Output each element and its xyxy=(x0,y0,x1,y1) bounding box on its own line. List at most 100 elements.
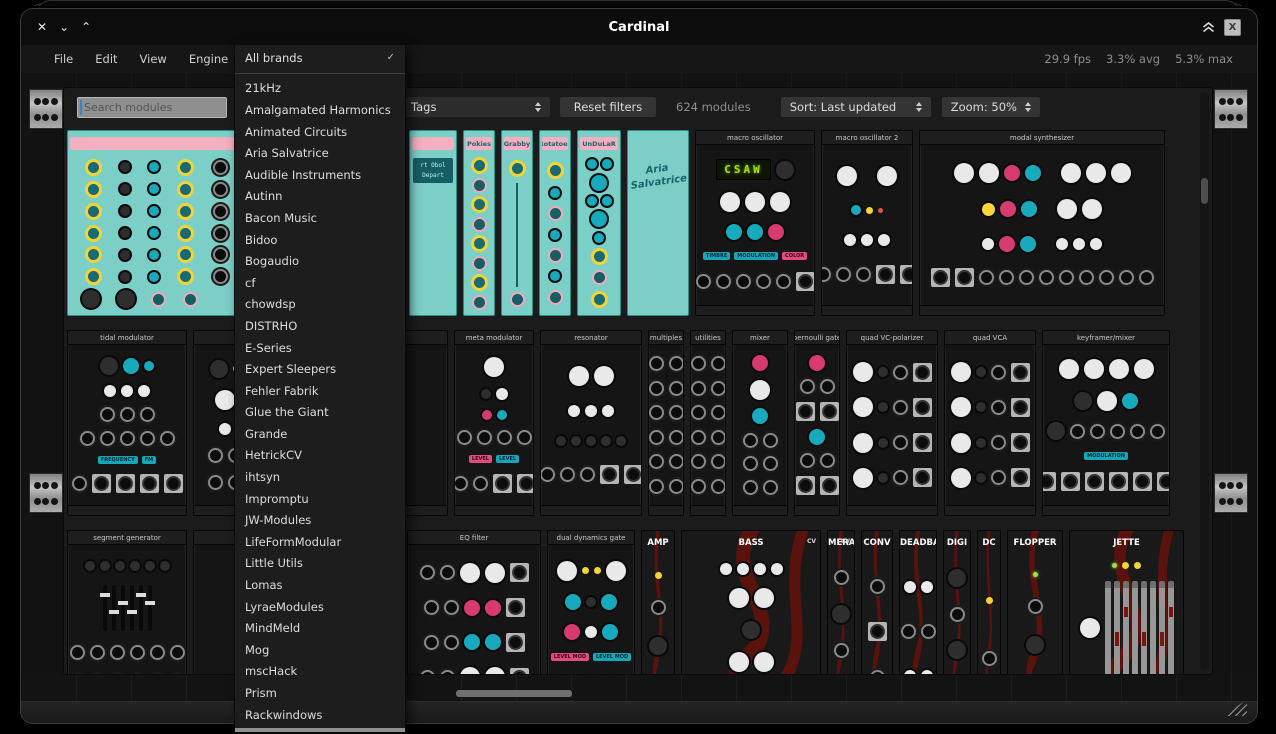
module-card[interactable]: tidal modulatorFREQUENCYFM xyxy=(67,330,187,516)
module-card[interactable]: UnDuLaR xyxy=(577,130,621,316)
close-button[interactable]: ✕ xyxy=(37,20,47,34)
brand-menu-item[interactable]: Impromptu xyxy=(235,488,405,510)
jack-icon xyxy=(517,430,532,445)
brand-menu-item[interactable]: Mog xyxy=(235,639,405,661)
module-card[interactable]: BASSCV xyxy=(681,530,821,675)
maximize-button[interactable]: ⌃ xyxy=(81,20,91,34)
module-card[interactable]: mixer xyxy=(732,330,788,516)
vertical-scrollbar-thumb[interactable] xyxy=(1201,178,1208,204)
brand-menu-item[interactable]: Bacon Music xyxy=(235,207,405,229)
brand-menu-item[interactable]: Glue the Giant xyxy=(235,402,405,424)
module-card[interactable]: MERACV xyxy=(827,530,855,675)
jack-icon xyxy=(183,292,198,307)
jack-icon xyxy=(649,381,664,396)
module-panel xyxy=(691,345,725,505)
brand-menu-item[interactable]: Lomas xyxy=(235,574,405,596)
brand-menu-item[interactable]: LyraeModules xyxy=(235,596,405,618)
module-card[interactable]: Rotatoes xyxy=(539,130,571,316)
slider-icon xyxy=(516,183,518,287)
module-card[interactable]: DIGI xyxy=(943,530,971,675)
jack-icon xyxy=(834,643,849,658)
search-input[interactable] xyxy=(78,101,226,114)
module-card[interactable]: CONV xyxy=(861,530,893,675)
brand-menu-item[interactable]: Rackwindows xyxy=(235,704,405,726)
jack-icon xyxy=(70,645,85,660)
module-card[interactable]: segment generator xyxy=(67,530,187,675)
brand-menu-item[interactable]: Animated Circuits xyxy=(235,121,405,143)
brand-menu-item[interactable]: DISTRHO xyxy=(235,315,405,337)
knob-icon xyxy=(606,561,626,581)
brand-menu-item[interactable]: Prism xyxy=(235,682,405,704)
menu-edit[interactable]: Edit xyxy=(84,52,128,66)
brand-menu-item[interactable]: Fehler Fabrik xyxy=(235,380,405,402)
module-card[interactable]: DC xyxy=(977,530,1001,675)
brand-menu-item[interactable]: Grande xyxy=(235,423,405,445)
module-card[interactable]: resonator xyxy=(540,330,642,516)
brand-menu-item[interactable]: E-Series xyxy=(235,337,405,359)
module-card[interactable]: utilities xyxy=(690,330,726,516)
module-card[interactable]: macro oscillator 2 xyxy=(821,130,913,316)
module-card[interactable]: keyframer/mixerMODULATION xyxy=(1042,330,1170,516)
zoom-dropdown[interactable]: Zoom: 50% xyxy=(942,97,1040,117)
knob-icon xyxy=(1004,165,1020,181)
brand-menu-item[interactable]: Autinn xyxy=(235,186,405,208)
brand-menu-item[interactable]: Bogaudio xyxy=(235,250,405,272)
module-card[interactable]: JETTE xyxy=(1069,530,1184,675)
module-card[interactable]: FLOPPER xyxy=(1007,530,1063,675)
vertical-scrollbar[interactable] xyxy=(1200,92,1209,670)
module-card[interactable]: quad VC-polarizer xyxy=(846,330,938,516)
tags-dropdown[interactable]: Tags xyxy=(402,97,550,117)
module-card[interactable]: AMP xyxy=(641,530,675,675)
panel-footer xyxy=(68,505,186,515)
horizontal-scrollbar-thumb[interactable] xyxy=(456,690,572,697)
brand-menu-item[interactable]: cf xyxy=(235,272,405,294)
jack-icon xyxy=(669,430,684,445)
menu-view[interactable]: View xyxy=(129,52,178,66)
output-jack-icon xyxy=(116,474,135,493)
knob-icon xyxy=(720,192,740,212)
sort-dropdown[interactable]: Sort: Last updated xyxy=(781,97,931,117)
brand-menu-item[interactable]: ihtsyn xyxy=(235,466,405,488)
menu-file[interactable]: File xyxy=(43,52,84,66)
module-card[interactable]: quad VCA xyxy=(944,330,1036,516)
module-card[interactable]: Pokies xyxy=(463,130,495,316)
panel-band: Pokies xyxy=(466,137,492,150)
brand-menu-item[interactable]: 21kHz xyxy=(235,78,405,100)
reset-filters-button[interactable]: Reset filters xyxy=(560,97,656,117)
module-card[interactable]: dual dynamics gateLEVEL MODLEVEL MOD xyxy=(547,530,635,675)
module-card[interactable]: AriaSalvatrice xyxy=(627,130,689,316)
app-icon[interactable]: X xyxy=(1224,19,1241,36)
module-card[interactable]: multiples xyxy=(648,330,684,516)
module-card[interactable]: meta modulatorLEVELLEVEL xyxy=(454,330,534,516)
brand-menu-item[interactable]: Amalgamated Harmonics xyxy=(235,99,405,121)
module-card[interactable]: DEADBAND xyxy=(899,530,937,675)
knob-icon xyxy=(878,473,888,483)
brand-menu-item[interactable]: chowdsp xyxy=(235,294,405,316)
panel-row xyxy=(467,217,491,232)
module-card[interactable]: EQ filter xyxy=(407,530,541,675)
module-card[interactable]: macro oscillatorCSAWTIMBREMODULATIONCOLO… xyxy=(695,130,815,316)
brand-menu-item-selected[interactable]: All brands✓ xyxy=(235,47,405,69)
brand-menu-item[interactable]: mscHack xyxy=(235,661,405,683)
brand-menu-item[interactable]: HetrickCV xyxy=(235,445,405,467)
brand-menu-item[interactable]: Audible Instruments xyxy=(235,164,405,186)
brand-menu-item[interactable]: MindMeld xyxy=(235,617,405,639)
knob-icon xyxy=(149,250,159,260)
brand-menu-item[interactable]: Bidoo xyxy=(235,229,405,251)
minimize-button[interactable]: ⌄ xyxy=(59,20,69,34)
module-card[interactable]: bernoulli gate xyxy=(794,330,840,516)
brand-menu-item[interactable]: LifeFormModular xyxy=(235,531,405,553)
brand-menu-item[interactable]: Aria Salvatrice xyxy=(235,142,405,164)
bar-icon xyxy=(1159,581,1165,675)
module-card[interactable]: modal synthesizer xyxy=(919,130,1165,316)
module-card[interactable]: Grabby xyxy=(501,130,533,316)
knob-icon xyxy=(1020,236,1036,252)
brand-menu-item[interactable]: Expert Sleepers xyxy=(235,358,405,380)
brand-menu-item[interactable]: Little Utils xyxy=(235,553,405,575)
module-card[interactable]: rt ObolDepart xyxy=(409,130,457,316)
collapse-double-chevron-icon[interactable] xyxy=(1202,22,1215,33)
knob-icon xyxy=(120,228,130,238)
menu-engine[interactable]: Engine xyxy=(178,52,239,66)
brand-menu-item[interactable]: JW-Modules xyxy=(235,509,405,531)
module-title: keyframer/mixer xyxy=(1043,331,1169,345)
